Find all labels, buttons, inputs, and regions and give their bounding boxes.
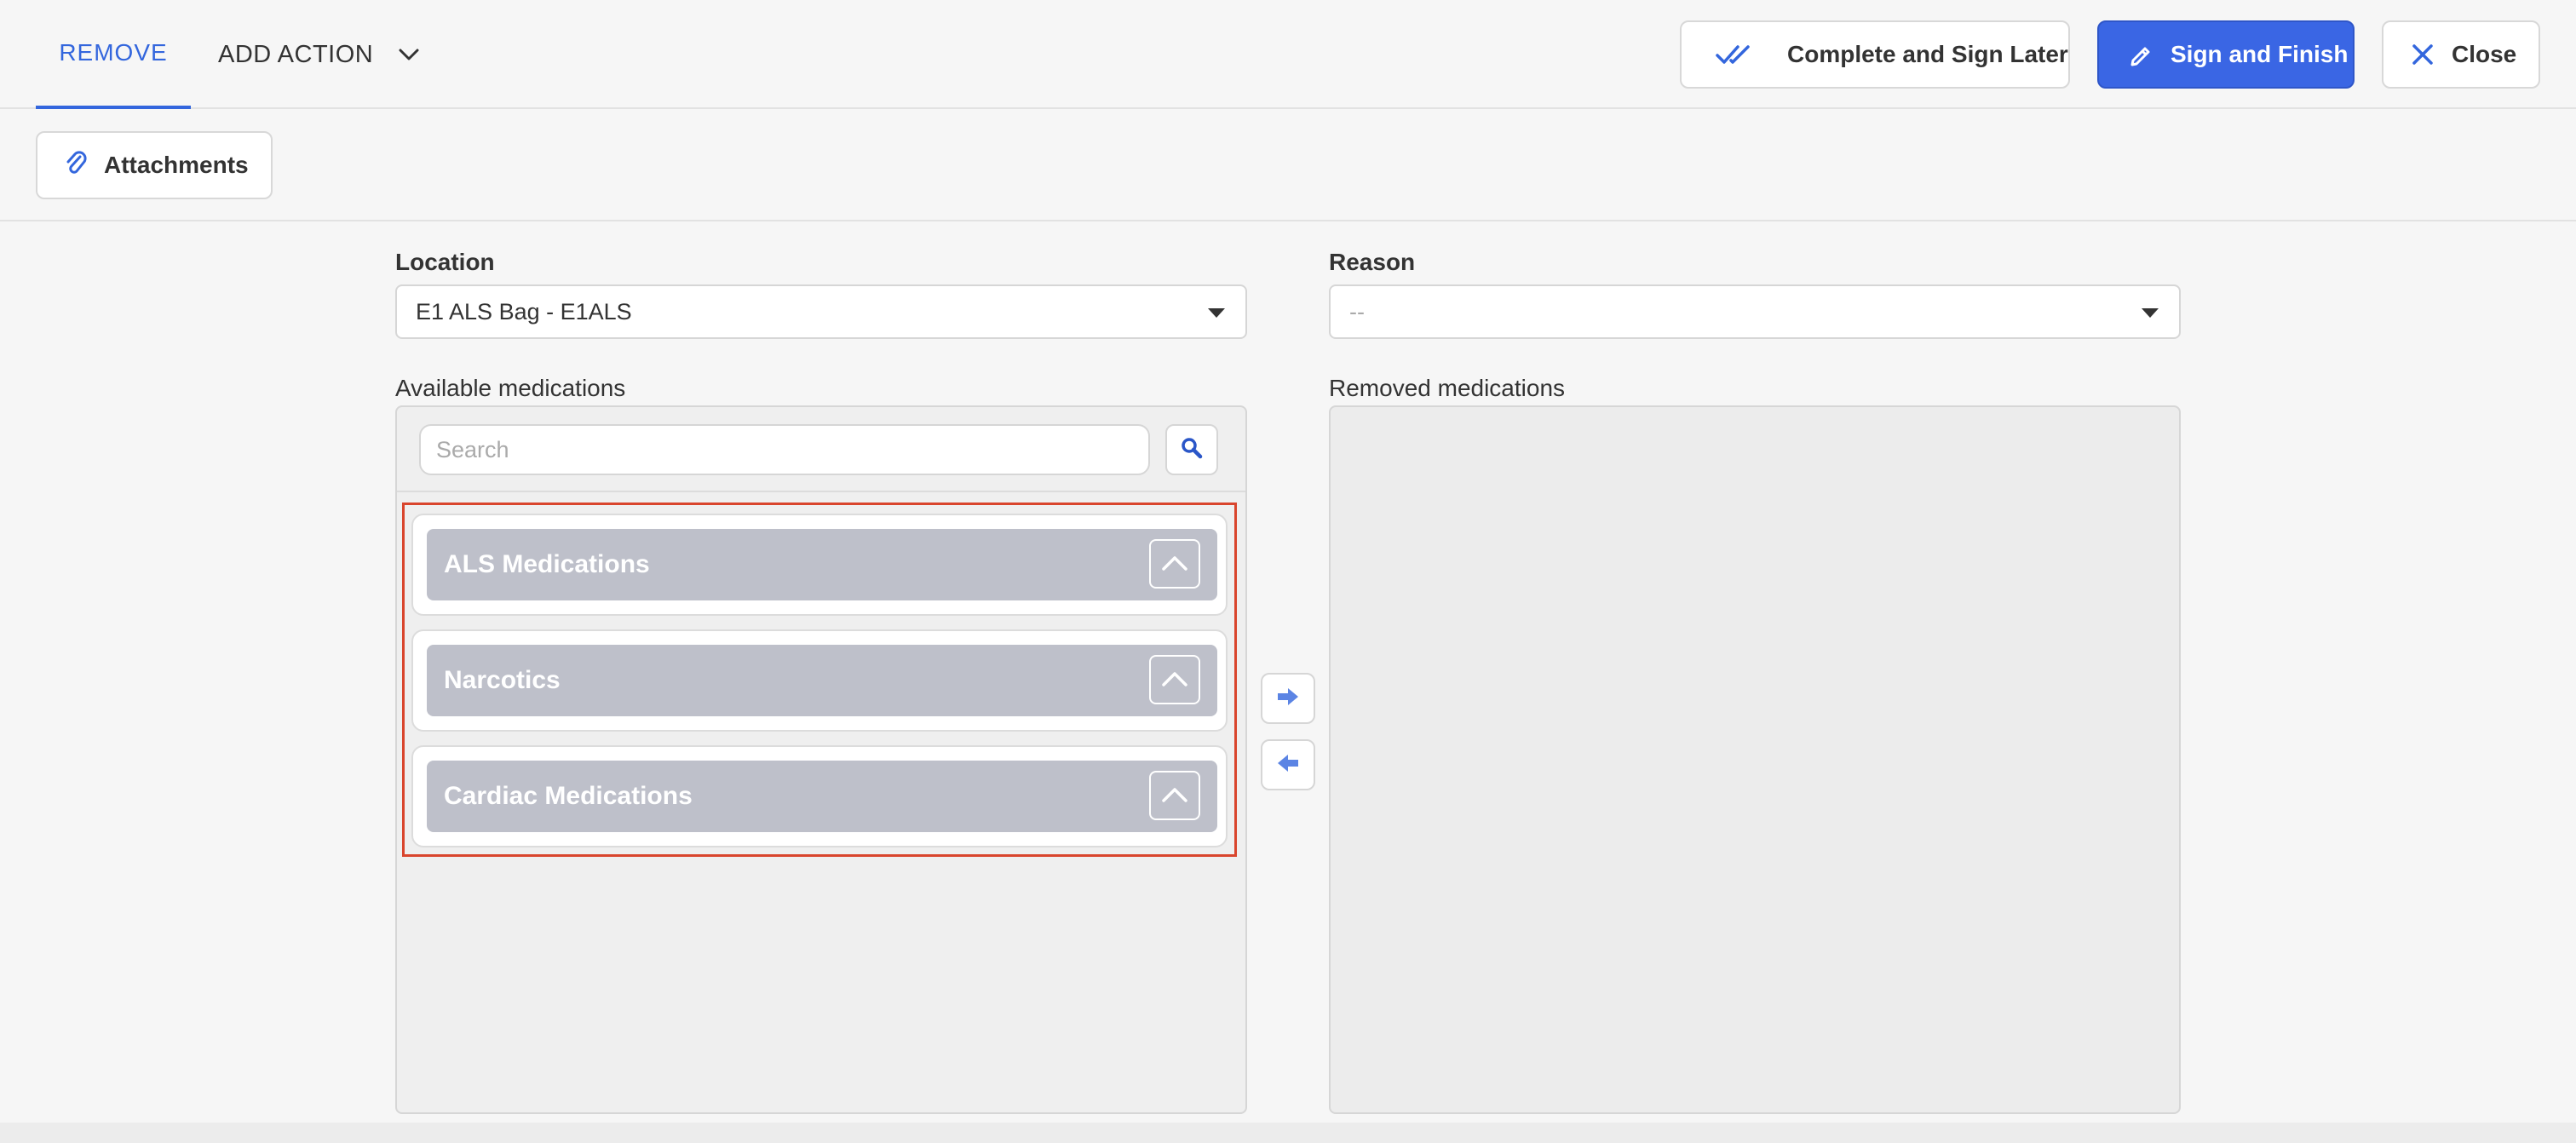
group-header-als-medications[interactable]: ALS Medications <box>427 529 1217 600</box>
location-select[interactable]: E1 ALS Bag - E1ALS <box>395 284 1247 339</box>
sign-and-finish-button[interactable]: Sign and Finish <box>2097 20 2355 89</box>
chevron-up-icon <box>1161 781 1188 810</box>
search-input[interactable] <box>419 424 1150 475</box>
arrow-right-icon <box>1276 686 1300 711</box>
group-card: ALS Medications <box>411 514 1228 616</box>
search-row <box>397 407 1245 492</box>
close-button[interactable]: Close <box>2382 20 2540 89</box>
reason-select[interactable]: -- <box>1329 284 2181 339</box>
close-label: Close <box>2452 41 2517 67</box>
double-check-icon <box>1716 43 1755 66</box>
group-title: ALS Medications <box>444 550 650 578</box>
available-medications-label: Available medications <box>395 375 626 401</box>
add-action-label: ADD ACTION <box>218 40 374 68</box>
top-bar: REMOVE ADD ACTION Complete and Sign Late… <box>0 0 2576 109</box>
tab-remove[interactable]: REMOVE <box>36 0 191 109</box>
dropdown-caret-icon <box>2142 308 2159 318</box>
add-action-menu[interactable]: ADD ACTION <box>218 0 419 109</box>
location-value: E1 ALS Bag - E1ALS <box>416 298 632 325</box>
group-header-narcotics[interactable]: Narcotics <box>427 645 1217 716</box>
move-right-button[interactable] <box>1261 673 1315 724</box>
chevron-down-icon <box>399 49 419 60</box>
search-icon <box>1180 436 1204 464</box>
reason-value: -- <box>1349 298 1365 325</box>
attachments-button[interactable]: Attachments <box>36 131 273 199</box>
group-header-cardiac-medications[interactable]: Cardiac Medications <box>427 761 1217 832</box>
complete-and-sign-later-button[interactable]: Complete and Sign Later <box>1680 20 2070 89</box>
reason-label: Reason <box>1329 249 1416 275</box>
chevron-up-icon <box>1161 549 1188 578</box>
collapse-toggle[interactable] <box>1149 771 1200 820</box>
attachments-label: Attachments <box>104 152 249 178</box>
complete-and-sign-later-label: Complete and Sign Later <box>1787 41 2068 67</box>
collapse-toggle[interactable] <box>1149 539 1200 589</box>
collapse-toggle[interactable] <box>1149 655 1200 704</box>
medication-groups-list: ALS Medications Narcotics Cardiac Medica… <box>402 503 1237 857</box>
removed-medications-label: Removed medications <box>1329 375 1566 401</box>
group-card: Cardiac Medications <box>411 745 1228 847</box>
group-title: Narcotics <box>444 666 561 694</box>
footer-strip <box>0 1123 2576 1143</box>
sub-toolbar: Attachments <box>0 111 2576 221</box>
paperclip-icon <box>65 149 87 182</box>
dropdown-caret-icon <box>1208 308 1225 318</box>
move-left-button[interactable] <box>1261 739 1315 790</box>
pen-icon <box>2128 42 2153 67</box>
tab-remove-label: REMOVE <box>59 39 168 66</box>
group-card: Narcotics <box>411 629 1228 732</box>
location-label: Location <box>395 249 495 275</box>
arrow-left-icon <box>1276 753 1300 778</box>
sign-and-finish-label: Sign and Finish <box>2171 41 2349 67</box>
search-button[interactable] <box>1165 424 1218 475</box>
chevron-up-icon <box>1161 665 1188 694</box>
close-icon <box>2411 43 2435 66</box>
group-title: Cardiac Medications <box>444 782 693 810</box>
removed-medications-panel <box>1329 405 2181 1114</box>
